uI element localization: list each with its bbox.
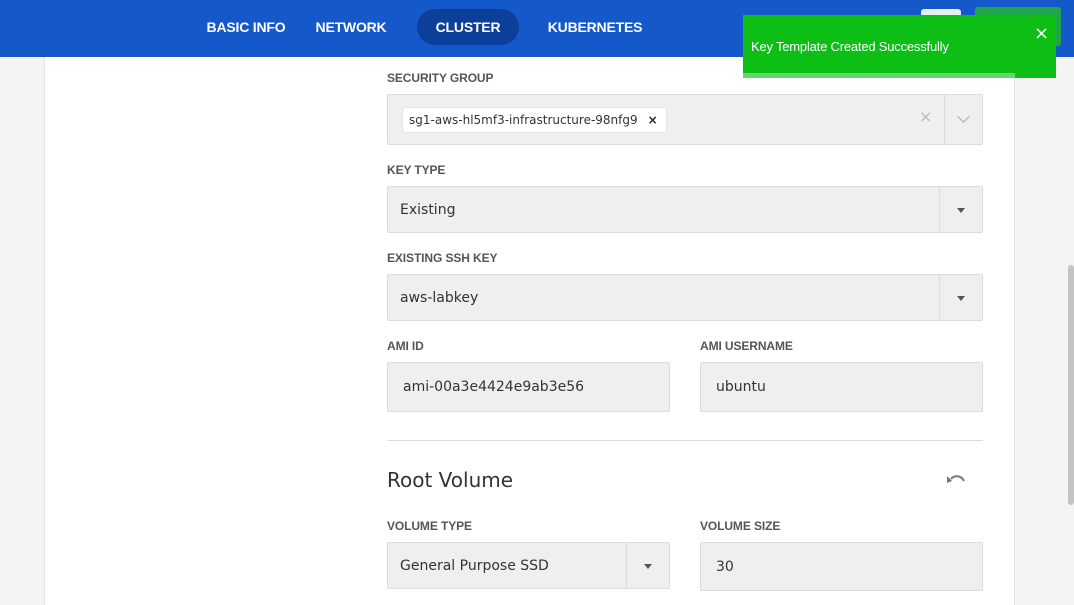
chip-remove-icon[interactable]: × xyxy=(648,108,658,132)
volume-type-select[interactable]: General Purpose SSD xyxy=(387,542,670,589)
volume-type-label: VOLUME TYPE xyxy=(387,519,472,533)
security-group-chip-label: sg1-aws-hl5mf3-infrastructure-98nfg9 xyxy=(409,113,638,127)
ssh-key-label: EXISTING SSH KEY xyxy=(387,251,498,265)
tab-cluster[interactable]: CLUSTER xyxy=(417,9,519,45)
tab-kubernetes[interactable]: KUBERNETES xyxy=(540,9,650,45)
clear-selection-icon[interactable]: × xyxy=(919,107,932,126)
ssh-key-select[interactable]: aws-labkey xyxy=(387,274,983,321)
caret-down-icon xyxy=(957,295,965,301)
chevron-down-icon xyxy=(957,110,970,123)
tab-network[interactable]: NETWORK xyxy=(306,9,396,45)
scrollbar-thumb[interactable] xyxy=(1068,265,1074,505)
volume-type-value: General Purpose SSD xyxy=(400,557,549,574)
ami-id-label: AMI ID xyxy=(387,339,424,353)
volume-size-value: 30 xyxy=(716,558,734,575)
security-group-label: SECURITY GROUP xyxy=(387,71,494,85)
ssh-key-dropdown-toggle[interactable] xyxy=(939,275,982,320)
key-type-dropdown-toggle[interactable] xyxy=(939,187,982,232)
ami-id-input[interactable]: ami-00a3e4424e9ab3e56 xyxy=(387,362,670,412)
root-volume-title: Root Volume xyxy=(387,468,514,492)
key-type-label: KEY TYPE xyxy=(387,163,446,177)
tab-basic-info[interactable]: BASIC INFO xyxy=(200,9,292,45)
toast-progress-bar xyxy=(743,73,1016,78)
toast-message: Key Template Created Successfully xyxy=(751,39,949,54)
close-icon[interactable]: × xyxy=(1034,23,1049,44)
ssh-key-value: aws-labkey xyxy=(400,289,479,306)
ami-username-label: AMI USERNAME xyxy=(700,339,793,353)
section-divider xyxy=(387,440,983,441)
success-toast: Key Template Created Successfully × xyxy=(743,15,1056,78)
caret-down-icon xyxy=(957,207,965,213)
security-group-dropdown-toggle[interactable] xyxy=(944,95,982,144)
security-group-multiselect[interactable]: sg1-aws-hl5mf3-infrastructure-98nfg9 × × xyxy=(387,94,983,145)
volume-size-label: VOLUME SIZE xyxy=(700,519,781,533)
volume-size-input[interactable]: 30 xyxy=(700,542,983,591)
undo-icon[interactable] xyxy=(945,472,967,490)
caret-down-icon xyxy=(644,563,652,569)
ami-id-value: ami-00a3e4424e9ab3e56 xyxy=(403,379,585,395)
volume-type-dropdown-toggle[interactable] xyxy=(626,543,669,588)
security-group-chip: sg1-aws-hl5mf3-infrastructure-98nfg9 × xyxy=(402,107,667,133)
ami-username-value: ubuntu xyxy=(716,379,766,395)
key-type-select[interactable]: Existing xyxy=(387,186,983,233)
key-type-value: Existing xyxy=(400,201,456,218)
ami-username-input[interactable]: ubuntu xyxy=(700,362,983,412)
